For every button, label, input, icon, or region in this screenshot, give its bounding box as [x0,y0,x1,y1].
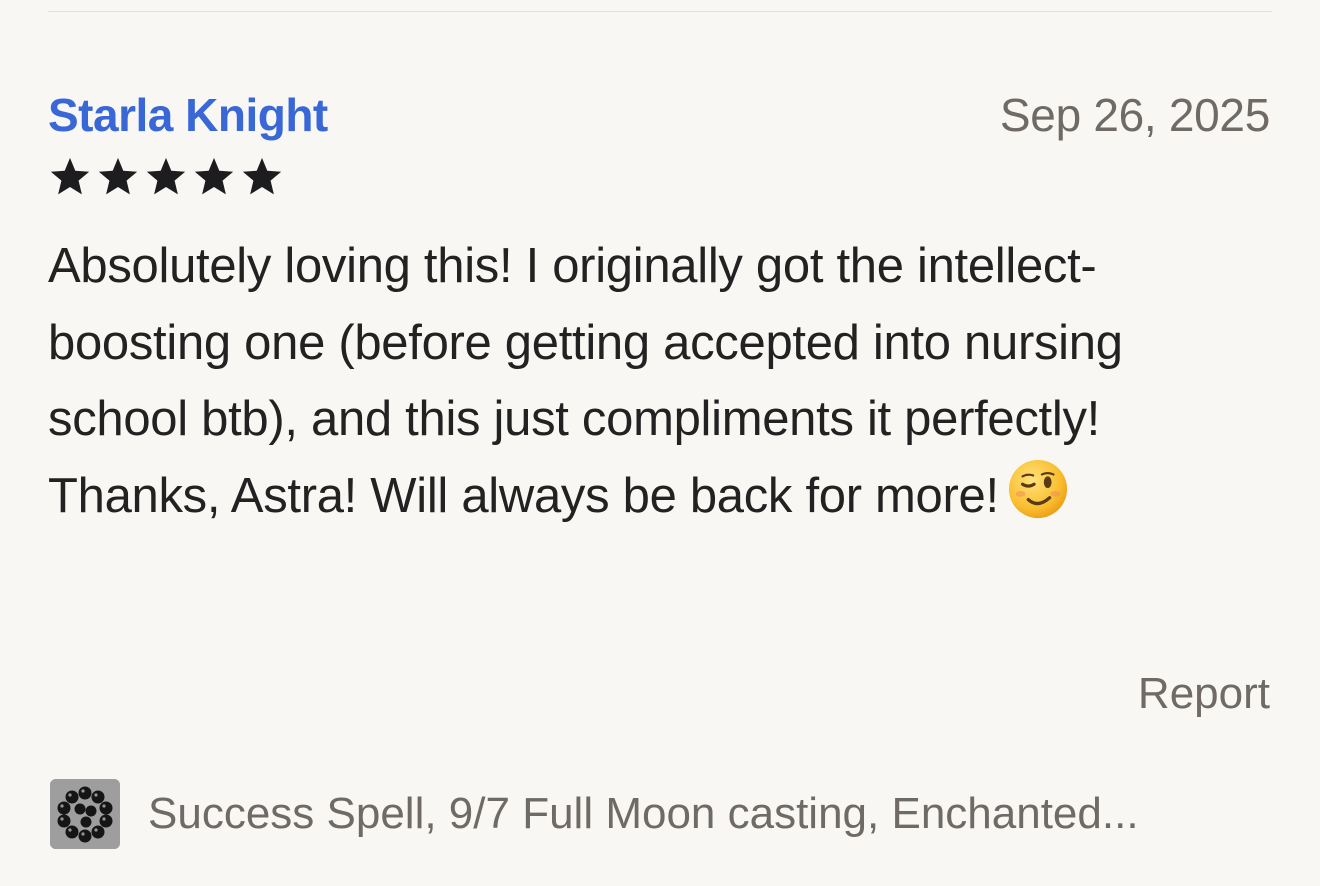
item-title-link[interactable]: Success Spell, 9/7 Full Moon casting, En… [148,784,1258,844]
top-divider [48,11,1272,12]
star-icon [192,156,236,198]
star-icon [96,156,140,198]
review-card: Starla Knight Sep 26, 2025 Absolutely lo… [48,82,1270,542]
star-icon [240,156,284,198]
review-date: Sep 26, 2025 [999,89,1270,141]
report-link[interactable]: Report [1138,664,1270,724]
review-text: Absolutely loving this! I originally got… [48,239,1123,523]
purchased-item[interactable]: Success Spell, 9/7 Full Moon casting, En… [50,779,1270,849]
bead-bracelet-thumbnail[interactable] [50,779,120,849]
review-text-block: Absolutely loving this! I originally got… [48,228,1270,542]
star-icon [144,156,188,198]
star-icon [48,156,92,198]
reviewer-name-link[interactable]: Starla Knight [48,82,328,148]
winking-face-icon [1007,458,1069,543]
star-rating [48,154,1270,200]
review-header: Starla Knight Sep 26, 2025 [48,82,1270,148]
